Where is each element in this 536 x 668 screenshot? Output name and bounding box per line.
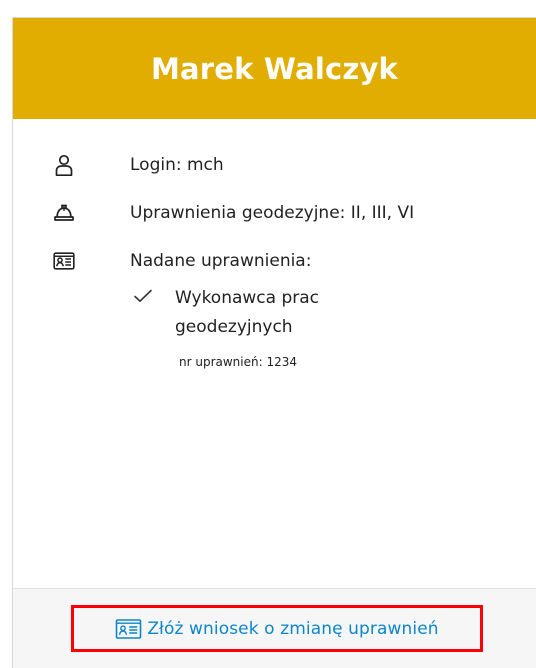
request-permission-change-label: Złóż wniosek o zmianę uprawnień (147, 618, 439, 639)
permission-number: nr uprawnień: 1234 (179, 355, 298, 369)
permission-name: Wykonawca prac geodezyjnych (175, 288, 320, 337)
granted-permissions-title: Nadane uprawnienia: (130, 251, 312, 271)
id-card-icon (53, 252, 75, 270)
user-profile-card: Marek Walczyk Login: mch Uprawnienia geo… (12, 17, 536, 668)
request-permission-change-link[interactable]: Złóż wniosek o zmianę uprawnień (71, 605, 483, 652)
login-text: Login: mch (130, 155, 224, 175)
profile-header: Marek Walczyk (13, 18, 536, 119)
hard-hat-icon (54, 204, 74, 221)
check-icon (134, 289, 152, 302)
user-name: Marek Walczyk (150, 51, 399, 86)
user-icon (55, 154, 73, 177)
profile-footer: Złóż wniosek o zmianę uprawnień (13, 588, 536, 668)
id-card-icon (116, 618, 142, 639)
surveying-rights-text: Uprawnienia geodezyjne: II, III, VI (130, 203, 415, 223)
page: Marek Walczyk Login: mch Uprawnienia geo… (0, 0, 536, 668)
